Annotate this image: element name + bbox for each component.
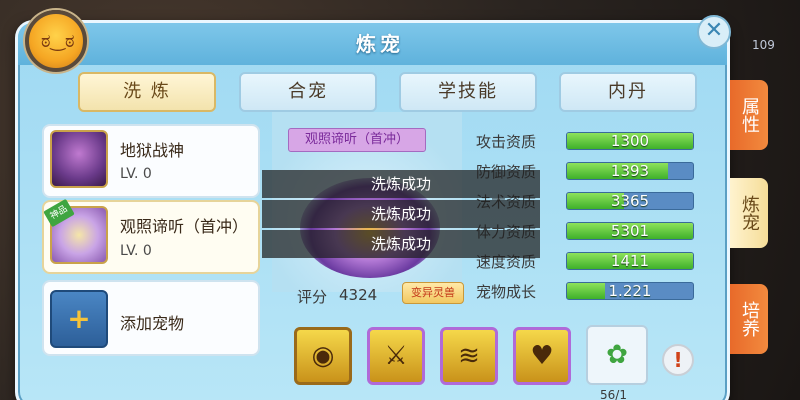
score-label: 评分: [297, 288, 328, 306]
tab-refine[interactable]: 洗 炼: [78, 72, 216, 112]
side-level-text: 109: [752, 38, 775, 52]
close-button[interactable]: ✕: [697, 15, 731, 49]
window-title: 炼宠: [356, 32, 404, 56]
score-value: 4324: [339, 286, 378, 304]
claw-skill-icon[interactable]: ⚔: [367, 327, 425, 385]
plus-icon[interactable]: +: [50, 290, 108, 348]
eye-skill-icon[interactable]: ◉: [294, 327, 352, 385]
stat-value: 1300: [610, 132, 650, 150]
pet-name: 观照谛听（首冲）: [120, 217, 249, 236]
item-count: 56/1: [600, 388, 627, 400]
stat-label: 宠物成长: [476, 283, 537, 301]
pet-name: 地狱战神: [120, 141, 185, 160]
stat-value: 1393: [610, 162, 650, 180]
toast-message: 洗炼成功: [262, 230, 540, 258]
wave-skill-icon[interactable]: ≋: [440, 327, 498, 385]
side-tab-refine-pet[interactable]: 炼宠: [730, 178, 768, 248]
preview-pet-title: 观照谛听（首冲）: [288, 128, 426, 152]
stat-value: 3365: [610, 192, 650, 210]
add-pet-label: 添加宠物: [120, 314, 185, 333]
toast-message: 洗炼成功: [262, 170, 540, 198]
side-tab-attributes[interactable]: 属性: [730, 80, 768, 150]
pet-level: LV. 0: [120, 243, 152, 259]
mutate-beast-button[interactable]: 变异灵兽: [402, 282, 464, 304]
tab-learn-skill[interactable]: 学技能: [399, 72, 537, 112]
stat-label: 攻击资质: [476, 133, 537, 151]
stat-value: 1.221: [608, 282, 652, 300]
toast-message: 洗炼成功: [262, 200, 540, 228]
stat-value: 5301: [610, 222, 650, 240]
emoji-face-icon: ಠ‿ಠ: [41, 31, 75, 52]
tab-merge-pet[interactable]: 合宠: [239, 72, 377, 112]
potion-icon[interactable]: ✿: [586, 325, 648, 385]
pet-portrait-hell-war-god: [50, 130, 108, 188]
heart-skill-icon[interactable]: ♥: [513, 327, 571, 385]
side-tab-cultivate[interactable]: 培养: [730, 284, 768, 354]
stat-value: 1411: [610, 252, 650, 270]
pet-level: LV. 0: [120, 166, 152, 182]
info-button[interactable]: !: [662, 344, 694, 376]
tab-inner-core[interactable]: 内丹: [559, 72, 697, 112]
